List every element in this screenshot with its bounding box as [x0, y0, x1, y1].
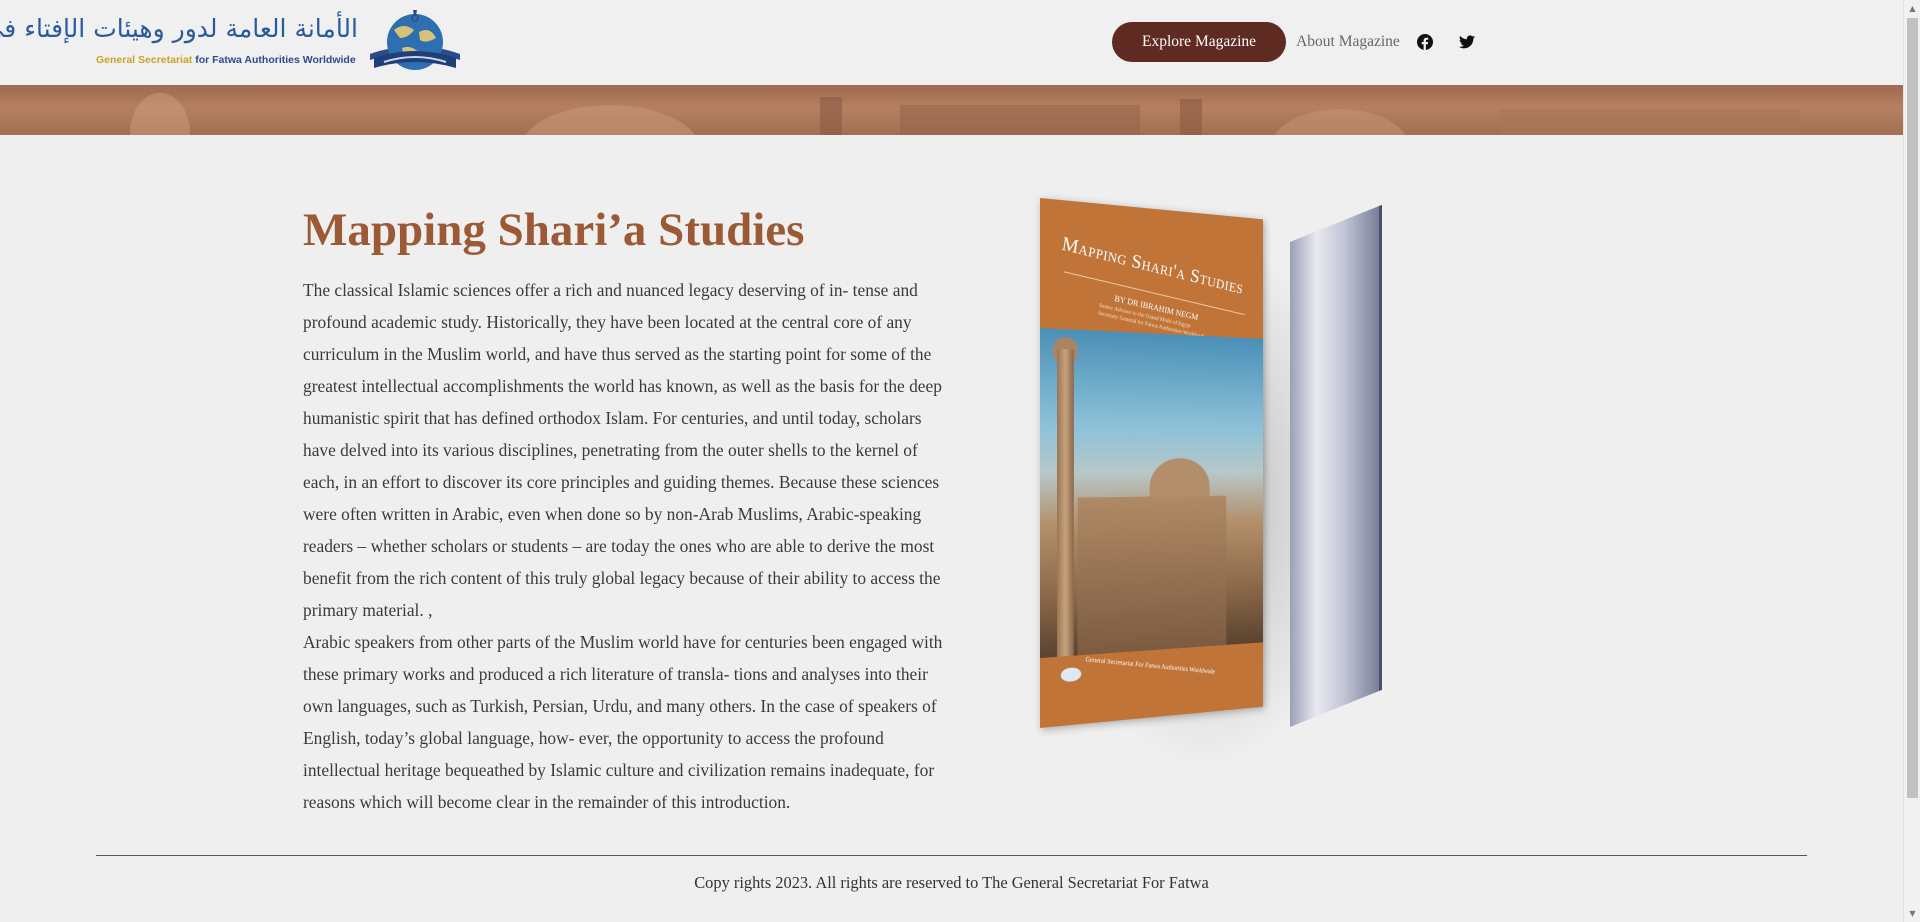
article-paragraph-2: Arabic speakers from other parts of the … — [303, 632, 943, 812]
scroll-up-arrow-icon[interactable]: ▲ — [1904, 0, 1920, 17]
facebook-icon[interactable] — [1416, 33, 1434, 51]
about-magazine-link[interactable]: About Magazine — [1296, 33, 1400, 51]
site-logo[interactable]: الأمانة العامة لدور وهيئات الإفتاء في ال… — [0, 8, 466, 78]
article-body: The classical Islamic sciences offer a r… — [303, 274, 943, 818]
article-paragraph-1: The classical Islamic sciences offer a r… — [303, 280, 942, 620]
cover-footer-text: General Secretariat For Fatwa Authoritie… — [1085, 655, 1216, 676]
book-cover-image: Mapping Shari'a Studies BY DR IBRAHIM NE… — [1020, 190, 1382, 780]
header-banner-image — [0, 85, 1903, 135]
logo-arabic-text: الأمانة العامة لدور وهيئات الإفتاء في ال… — [0, 14, 359, 43]
explore-magazine-button[interactable]: Explore Magazine — [1112, 22, 1287, 62]
scroll-down-arrow-icon[interactable]: ▼ — [1904, 905, 1920, 922]
cover-publisher-logo-icon — [1060, 666, 1082, 683]
book-pages — [1290, 204, 1382, 727]
cover-mosque-photo — [1040, 328, 1263, 658]
cover-title: Mapping Shari'a Studies — [1060, 232, 1245, 299]
page-title: Mapping Shari’a Studies — [303, 204, 805, 256]
footer-divider — [96, 855, 1807, 856]
top-navigation: Explore Magazine About Magazine — [1112, 22, 1476, 62]
globe-emblem-icon — [370, 10, 460, 70]
book-front-cover: Mapping Shari'a Studies BY DR IBRAHIM NE… — [1040, 198, 1263, 728]
page-scrollbar[interactable]: ▲ ▼ — [1903, 0, 1920, 922]
twitter-icon[interactable] — [1458, 33, 1476, 51]
scrollbar-thumb[interactable] — [1907, 18, 1918, 798]
site-header: الأمانة العامة لدور وهيئات الإفتاء في ال… — [0, 0, 1903, 85]
footer-copyright: Copy rights 2023. All rights are reserve… — [694, 873, 1209, 892]
logo-english-text: General Secretariat for Fatwa Authoritie… — [96, 54, 356, 66]
